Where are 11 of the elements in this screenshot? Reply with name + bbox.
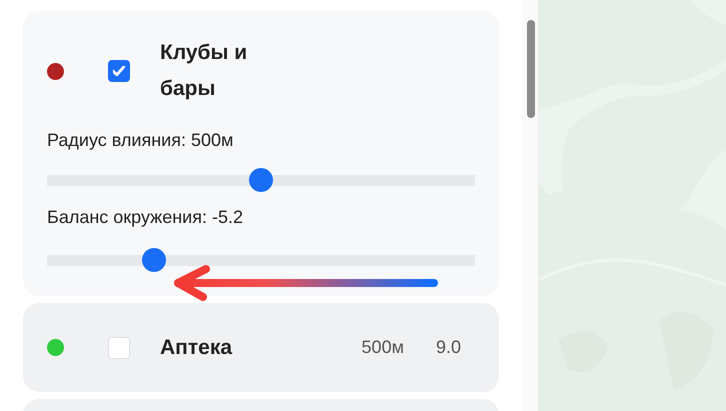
category-title: Аптека xyxy=(160,334,232,360)
slider-thumb[interactable] xyxy=(142,248,166,272)
checkbox[interactable] xyxy=(108,60,130,82)
radius-value: 500м xyxy=(362,337,404,358)
score-value: 9.0 xyxy=(436,337,461,358)
slider-label: Баланс окружения: -5.2 xyxy=(47,206,244,228)
scrollbar[interactable] xyxy=(522,0,538,411)
category-title: Клубы и бары xyxy=(160,40,248,102)
slider-thumb[interactable] xyxy=(249,168,273,192)
check-icon xyxy=(113,66,125,76)
slider-label: Радиус влияния: 500м xyxy=(47,129,234,151)
